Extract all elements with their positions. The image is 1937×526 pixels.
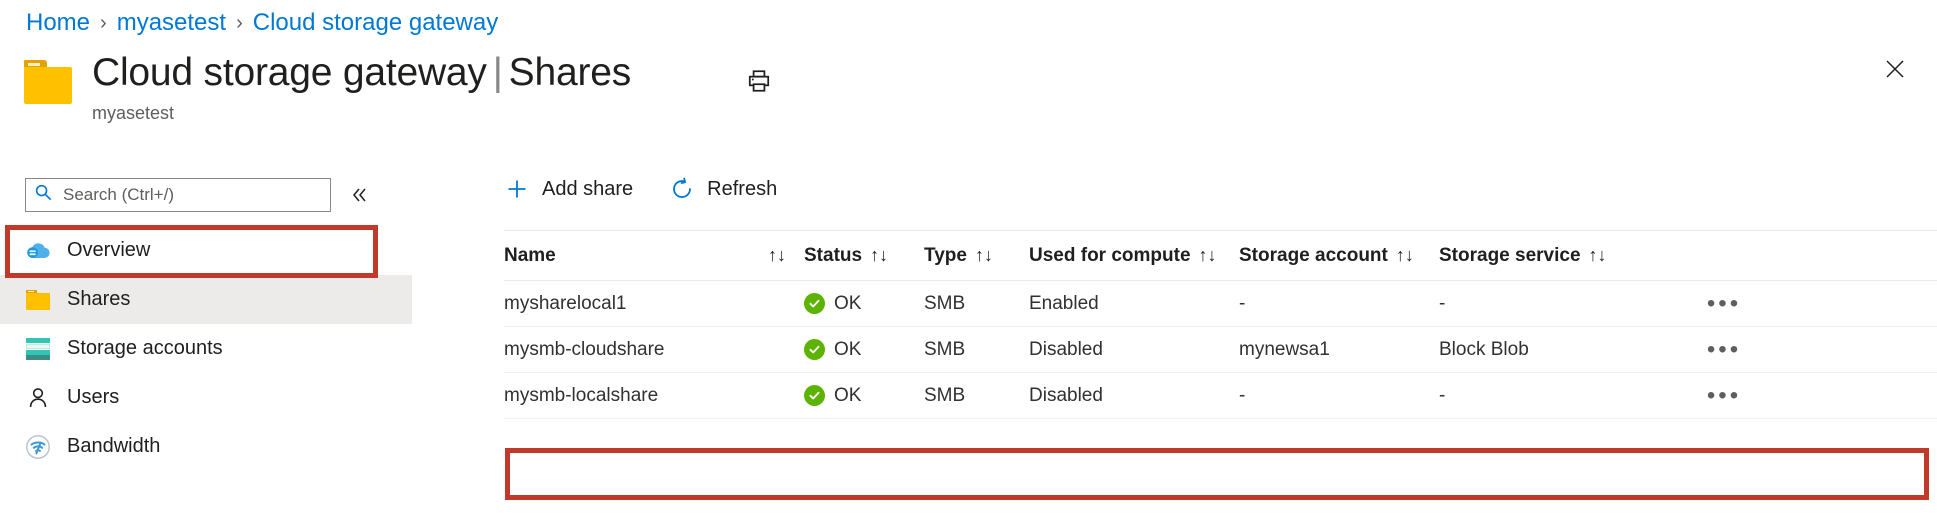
- folder-icon: [25, 287, 51, 313]
- column-header-label: Storage service: [1439, 245, 1581, 267]
- sidebar-item-users[interactable]: Users: [0, 373, 412, 422]
- cell-name[interactable]: mysmb-localshare: [504, 385, 804, 407]
- sidebar-item-shares[interactable]: Shares: [0, 275, 412, 324]
- sidebar-item-label: Shares: [67, 288, 130, 311]
- cell-used-for-compute: Disabled: [1029, 385, 1239, 407]
- cell-storage-service: -: [1439, 293, 1659, 315]
- column-header-label: Storage account: [1239, 245, 1388, 267]
- row-actions-button[interactable]: •••: [1659, 345, 1789, 355]
- close-icon[interactable]: [1878, 52, 1912, 86]
- refresh-label: Refresh: [707, 178, 777, 201]
- cell-storage-account: -: [1239, 385, 1439, 407]
- page-title: Cloud storage gateway|Shares: [92, 50, 631, 96]
- sidebar-item-bandwidth[interactable]: Bandwidth: [0, 422, 412, 471]
- sort-arrows-icon[interactable]: ↑↓: [870, 245, 888, 266]
- status-label: OK: [834, 293, 861, 315]
- sidebar-item-label: Users: [67, 386, 119, 409]
- search-input[interactable]: [61, 184, 311, 206]
- sidebar-item-label: Bandwidth: [67, 435, 160, 458]
- status-label: OK: [834, 339, 861, 361]
- shares-table: Name ↑↓ Status ↑↓ Type ↑↓ Used for compu…: [504, 231, 1937, 419]
- print-icon[interactable]: [742, 64, 776, 98]
- cell-storage-service: Block Blob: [1439, 339, 1659, 361]
- folder-icon: [22, 60, 74, 104]
- success-check-icon: [804, 339, 825, 360]
- table-row[interactable]: mysmb-localshare OK SMB Disabled - - •••: [504, 373, 1937, 419]
- column-header-label: Used for compute: [1029, 245, 1191, 267]
- breadcrumb-item-cloud-storage-gateway[interactable]: Cloud storage gateway: [253, 8, 498, 38]
- bandwidth-icon: [25, 434, 51, 460]
- column-header-label: Status: [804, 245, 862, 267]
- ellipsis-icon[interactable]: •••: [1707, 345, 1741, 355]
- column-header-label: Name: [504, 245, 556, 267]
- plus-icon: [504, 176, 530, 202]
- search-icon: [34, 183, 53, 207]
- cell-storage-account: mynewsa1: [1239, 339, 1439, 361]
- refresh-button[interactable]: Refresh: [669, 176, 777, 202]
- ellipsis-icon[interactable]: •••: [1707, 391, 1741, 401]
- breadcrumb-separator-icon: ›: [100, 8, 107, 38]
- add-share-button[interactable]: Add share: [504, 176, 633, 202]
- table-header-row: Name ↑↓ Status ↑↓ Type ↑↓ Used for compu…: [504, 231, 1937, 281]
- sidebar-item-overview[interactable]: Overview: [0, 226, 412, 275]
- row-actions-button[interactable]: •••: [1659, 391, 1789, 401]
- column-header-type[interactable]: Type ↑↓: [924, 245, 1029, 267]
- cell-storage-account: -: [1239, 293, 1439, 315]
- sort-arrows-icon[interactable]: ↑↓: [1199, 245, 1217, 266]
- sort-arrows-icon[interactable]: ↑↓: [1396, 245, 1414, 266]
- azure-portal-blade: Home › myasetest › Cloud storage gateway…: [0, 0, 1937, 526]
- row-actions-button[interactable]: •••: [1659, 299, 1789, 309]
- column-header-storage-account[interactable]: Storage account ↑↓: [1239, 245, 1439, 267]
- column-header-storage-service[interactable]: Storage service ↑↓: [1439, 245, 1659, 267]
- cell-status: OK: [804, 339, 924, 361]
- sidebar-item-storage-accounts[interactable]: Storage accounts: [0, 324, 412, 373]
- column-header-used-for-compute[interactable]: Used for compute ↑↓: [1029, 245, 1239, 267]
- success-check-icon: [804, 293, 825, 314]
- status-label: OK: [834, 385, 861, 407]
- sort-arrows-icon[interactable]: ↑↓: [768, 245, 786, 266]
- add-share-label: Add share: [542, 178, 633, 201]
- ellipsis-icon[interactable]: •••: [1707, 299, 1741, 309]
- refresh-icon: [669, 176, 695, 202]
- table-row[interactable]: mysmb-cloudshare OK SMB Disabled mynewsa…: [504, 327, 1937, 373]
- cloud-icon: [25, 238, 51, 264]
- page-title-section: Shares: [509, 51, 631, 94]
- sidebar: Overview Shares Storage accounts: [0, 160, 412, 526]
- column-header-label: Type: [924, 245, 967, 267]
- cell-name[interactable]: mysharelocal1: [504, 293, 804, 315]
- page-header: Cloud storage gateway|Shares myasetest: [22, 50, 631, 124]
- cell-name[interactable]: mysmb-cloudshare: [504, 339, 804, 361]
- breadcrumb-separator-icon: ›: [236, 8, 243, 38]
- command-bar: Add share Refresh: [504, 176, 777, 202]
- main-content: Add share Refresh Name ↑↓: [412, 160, 1937, 526]
- cell-used-for-compute: Enabled: [1029, 293, 1239, 315]
- sidebar-item-label: Overview: [67, 239, 150, 262]
- column-header-status[interactable]: Status ↑↓: [804, 245, 924, 267]
- table-row[interactable]: mysharelocal1 OK SMB Enabled - - •••: [504, 281, 1937, 327]
- page-title-separator: |: [487, 51, 509, 94]
- sidebar-nav: Overview Shares Storage accounts: [0, 226, 412, 471]
- cell-status: OK: [804, 385, 924, 407]
- breadcrumb-item-myasetest[interactable]: myasetest: [117, 8, 226, 38]
- sidebar-item-label: Storage accounts: [67, 337, 223, 360]
- breadcrumb-item-home[interactable]: Home: [26, 8, 90, 38]
- cell-status: OK: [804, 293, 924, 315]
- column-header-name[interactable]: Name ↑↓: [504, 245, 804, 267]
- breadcrumb: Home › myasetest › Cloud storage gateway: [26, 8, 498, 38]
- sort-arrows-icon[interactable]: ↑↓: [1589, 245, 1607, 266]
- page-title-resource: Cloud storage gateway: [92, 51, 487, 94]
- cell-type: SMB: [924, 339, 1029, 361]
- page-subtitle: myasetest: [92, 102, 631, 124]
- sort-arrows-icon[interactable]: ↑↓: [975, 245, 993, 266]
- cell-type: SMB: [924, 385, 1029, 407]
- search-box[interactable]: [25, 178, 331, 212]
- success-check-icon: [804, 385, 825, 406]
- person-icon: [25, 385, 51, 411]
- storage-account-icon: [25, 336, 51, 362]
- cell-storage-service: -: [1439, 385, 1659, 407]
- cell-type: SMB: [924, 293, 1029, 315]
- cell-used-for-compute: Disabled: [1029, 339, 1239, 361]
- chevron-double-left-icon[interactable]: [346, 182, 372, 208]
